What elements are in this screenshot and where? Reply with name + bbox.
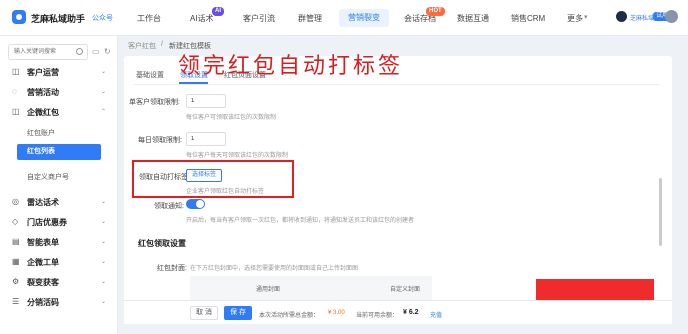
nav-ai-script[interactable]: AI话术 — [190, 13, 214, 24]
daily-limit-label: 每日领取限制: — [138, 137, 182, 144]
top-navigation: 芝麻私域助手 ▾ 公众号 工作台 AI话术 AI 客户引流 群管理 营销裂变 会… — [0, 0, 688, 36]
distribution-icon: ☰ — [12, 297, 20, 306]
sidebar-item-label: 裂变获客 — [27, 278, 59, 287]
scrollbar[interactable] — [659, 178, 662, 246]
activity-icon: ◌ — [12, 87, 17, 96]
nav-more[interactable]: 更多 — [567, 13, 583, 24]
footer-bar: 取 消 保 存 本次活动所需总金额： ¥ 3.00 当前可用余额： ¥ 6.2 … — [124, 300, 672, 324]
total-amount-value: ¥ 3.00 — [328, 310, 345, 316]
sidebar-item-redpacket[interactable]: ◫ 企微红包 ⌃ — [0, 104, 118, 120]
breadcrumb-parent[interactable]: 客户红包 — [128, 41, 156, 51]
sidebar-item-label: 门店优惠券 — [27, 218, 67, 227]
brand-logo-icon — [12, 10, 26, 24]
coupon-icon: ◇ — [12, 217, 19, 226]
sidebar-item-label: 企微工单 — [27, 258, 59, 267]
cancel-button[interactable]: 取 消 — [190, 306, 218, 320]
sidebar: ▭ ↻ ◫ 客户运营 ⌄ ◌ 营销活动 ⌄ ◫ 企微红包 ⌃ 红包账户 红包列表… — [0, 36, 118, 334]
annotation-text: 领完红包自动打标签 — [178, 54, 404, 79]
select-tag-button[interactable]: 选择标签 — [186, 169, 222, 182]
sidebar-item-label: 企微红包 — [27, 108, 59, 117]
nav-data-sync[interactable]: 数据互通 — [457, 13, 489, 24]
sidebar-item-fission[interactable]: ⚙ 裂变获客 ⌄ — [0, 274, 118, 290]
notify-label: 领取通知: — [154, 203, 184, 210]
balance-label: 当前可用余额： — [356, 313, 399, 319]
ai-badge: AI — [212, 7, 224, 16]
nav-workbench[interactable]: 工作台 — [137, 13, 161, 24]
tab-divider — [134, 84, 660, 85]
balance-value: ¥ 6.2 — [403, 309, 419, 316]
save-button[interactable]: 保 存 — [224, 306, 252, 320]
cover-col-generic[interactable]: 通用封面 — [256, 284, 280, 293]
sidebar-item-label: 雷达话术 — [27, 198, 59, 207]
single-limit-label: 单客户领取限制: — [129, 99, 180, 106]
total-amount-label: 本次活动所需总金额： — [259, 313, 320, 319]
sidebar-item-label: 分销活码 — [27, 298, 59, 307]
avatar[interactable] — [665, 10, 678, 23]
notify-toggle[interactable] — [186, 199, 205, 209]
daily-limit-input[interactable] — [186, 132, 226, 146]
chevron-down-icon: ⌄ — [101, 239, 107, 245]
sidebar-item-distribution[interactable]: ☰ 分销活码 ⌄ — [0, 294, 118, 310]
ticket-icon: ▦ — [12, 257, 20, 266]
form-card: 基础设置 领取设置 红包页面设置 单客户领取限制: 每位客户可领取该红包的次数限… — [124, 56, 672, 322]
chevron-down-icon: ⌄ — [101, 259, 107, 265]
more-chevron-icon[interactable]: ▾ — [584, 13, 588, 21]
sidebar-subitem-account[interactable]: 红包账户 — [27, 128, 55, 138]
chevron-down-icon: ⌄ — [101, 199, 107, 205]
cover-label: 红包封面: — [157, 265, 187, 272]
sidebar-item-form[interactable]: ▤ 智能表单 ⌄ — [0, 234, 118, 250]
single-limit-hint: 每位客户可领取该红包的次数限制 — [186, 115, 277, 121]
sidebar-item-label: 智能表单 — [27, 238, 59, 247]
active-tab-indicator — [179, 82, 208, 84]
breadcrumb-separator: / — [161, 41, 163, 48]
nav-group-management[interactable]: 群管理 — [298, 13, 322, 24]
hot-badge: HOT — [426, 7, 445, 16]
sidebar-item-customer-ops[interactable]: ◫ 客户运营 ⌄ — [0, 64, 118, 80]
sidebar-item-ticket[interactable]: ▦ 企微工单 ⌄ — [0, 254, 118, 270]
app-window: 芝麻私域助手 ▾ 公众号 工作台 AI话术 AI 客户引流 群管理 营销裂变 会… — [0, 0, 688, 334]
auto-tag-label: 领取自动打标签: — [139, 174, 190, 181]
recharge-link[interactable]: 充值 — [430, 310, 442, 319]
sidebar-item-marketing[interactable]: ◌ 营销活动 ⌄ — [0, 84, 118, 100]
brand-tag: 公众号 — [92, 15, 113, 22]
form-icon: ▤ — [12, 237, 20, 246]
chevron-down-icon: ⌄ — [101, 279, 107, 285]
daily-limit-hint: 每位客户每天可领取该红包的次数限制 — [186, 153, 289, 159]
notify-hint: 开启后，每当有客户领取一次红包，都将收到通知，将通知发送员工和该红包的创建者 — [186, 218, 415, 224]
sidebar-subitem-merchant[interactable]: 自定义商户号 — [27, 172, 69, 182]
radar-icon: ◎ — [12, 197, 19, 206]
nav-marketing-fission[interactable]: 营销裂变 — [339, 9, 389, 27]
folder-icon[interactable]: ▭ — [92, 47, 100, 56]
sidebar-item-radar[interactable]: ◎ 雷达话术 ⌄ — [0, 194, 118, 210]
chevron-down-icon: ⌄ — [101, 219, 107, 225]
sidebar-item-label: 客户运营 — [27, 68, 59, 77]
org-icon — [616, 11, 627, 22]
auto-tag-hint: 企业客户领取红包自动打标签 — [186, 189, 265, 195]
single-limit-input[interactable] — [186, 94, 226, 108]
redpacket-icon: ◫ — [12, 107, 20, 116]
chevron-down-icon: ⌄ — [101, 89, 107, 95]
cover-hint: 在下方红包封面中，选择您需要使用的封面图或自己上传封面图 — [190, 266, 359, 272]
user-name[interactable]: 芝麻私域 — [630, 13, 654, 22]
search-icon[interactable] — [76, 48, 83, 55]
nav-sales-crm[interactable]: 销售CRM — [511, 13, 545, 24]
nav-customer-acquisition[interactable]: 客户引流 — [243, 13, 275, 24]
sidebar-item-label: 营销活动 — [27, 88, 59, 97]
sidebar-subitem-list[interactable]: 红包列表 — [17, 144, 101, 160]
tab-basic-settings[interactable]: 基础设置 — [136, 70, 164, 80]
section-title: 红包领取设置 — [138, 239, 186, 248]
customer-icon: ◫ — [12, 67, 20, 76]
chevron-up-icon: ⌃ — [101, 109, 107, 115]
chevron-down-icon: ⌄ — [101, 69, 107, 75]
sidebar-item-coupon[interactable]: ◇ 门店优惠券 ⌄ — [0, 214, 118, 230]
fission-icon: ⚙ — [12, 277, 20, 286]
chevron-down-icon: ⌄ — [101, 299, 107, 305]
refresh-icon[interactable]: ↻ — [104, 47, 111, 56]
chevron-down-icon[interactable]: ▾ — [76, 12, 80, 20]
cover-col-custom[interactable]: 自定义封面 — [390, 284, 420, 293]
